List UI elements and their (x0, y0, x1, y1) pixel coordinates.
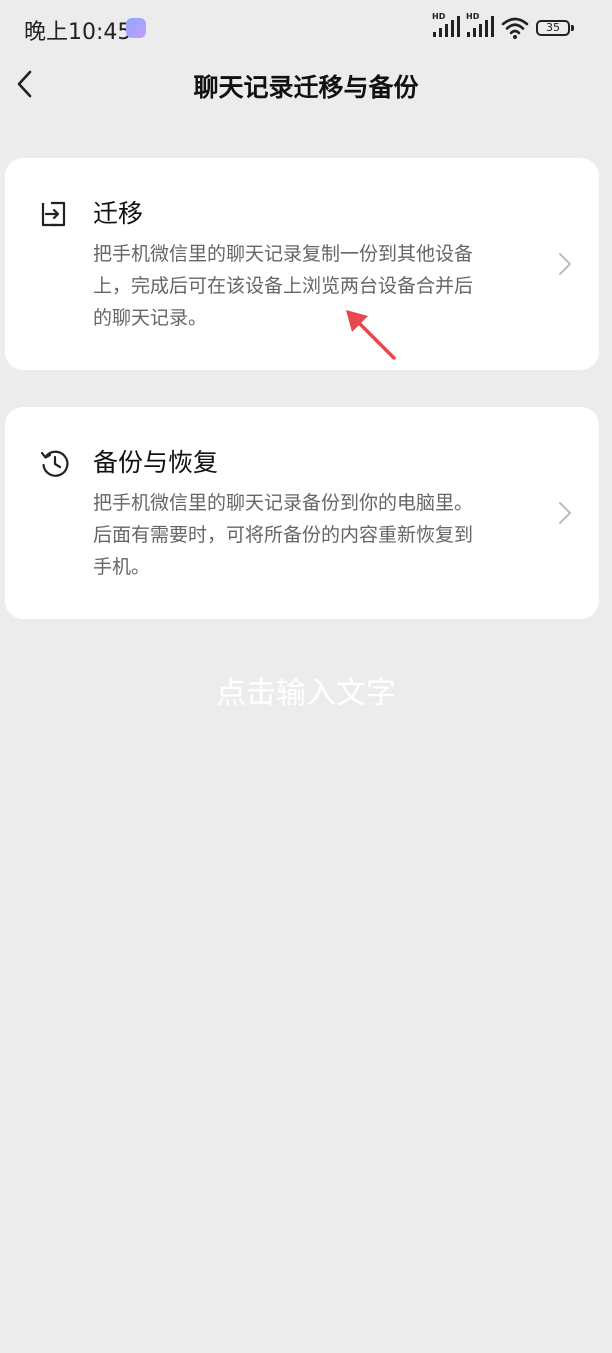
hd-label-2: HD (466, 12, 480, 21)
app-notification-icon (126, 18, 146, 38)
migrate-card[interactable]: 迁移 把手机微信里的聊天记录复制一份到其他设备上，完成后可在该设备上浏览两台设备… (5, 158, 599, 370)
hd-label: HD (432, 12, 446, 21)
migrate-description: 把手机微信里的聊天记录复制一份到其他设备上，完成后可在该设备上浏览两台设备合并后… (93, 243, 474, 329)
history-clock-icon (40, 450, 69, 477)
backup-restore-title: 备份与恢复 (93, 448, 219, 477)
backup-restore-card[interactable]: 备份与恢复 把手机微信里的聊天记录备份到你的电脑里。后面有需要时，可将所备份的内… (5, 407, 599, 619)
text-input-placeholder[interactable]: 点击输入文字 (0, 668, 612, 712)
backup-restore-description: 把手机微信里的聊天记录备份到你的电脑里。后面有需要时，可将所备份的内容重新恢复到… (93, 492, 474, 578)
chevron-right-icon-2 (559, 502, 571, 524)
cellular-signal-icon-2: HD (466, 12, 496, 42)
status-bar: 晚上10:45 HD HD 35 (0, 0, 612, 60)
nav-bar: 聊天记录迁移与备份 (0, 60, 612, 120)
page-title: 聊天记录迁移与备份 (193, 73, 419, 102)
status-time: 晚上10:45 (24, 20, 132, 45)
annotation-arrow-icon (346, 310, 396, 360)
cellular-signal-icon: HD (432, 12, 462, 42)
battery-indicator: 35 (536, 20, 570, 36)
wifi-icon (501, 17, 529, 39)
battery-tip (571, 25, 574, 31)
migrate-icon (41, 201, 66, 227)
chevron-right-icon (559, 253, 571, 275)
migrate-title: 迁移 (93, 199, 144, 228)
